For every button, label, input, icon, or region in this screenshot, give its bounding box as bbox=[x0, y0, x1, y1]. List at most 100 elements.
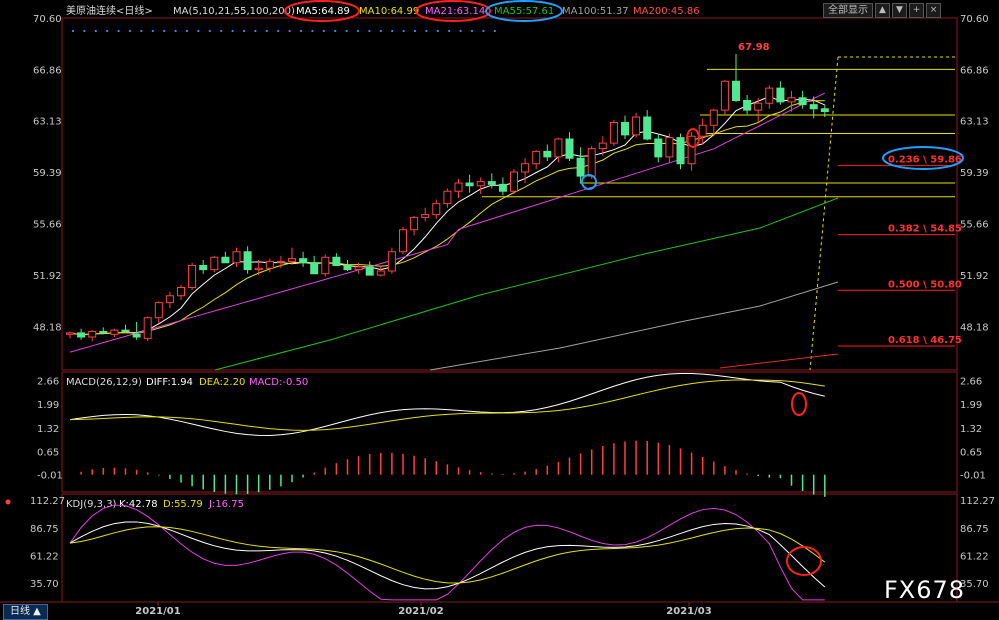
signal-dot bbox=[174, 29, 177, 33]
signal-dot bbox=[220, 29, 223, 33]
macd-tick-right: 1.99 bbox=[960, 400, 982, 411]
ma21-value: MA21:63.14 bbox=[425, 6, 485, 17]
candle-body bbox=[332, 256, 341, 266]
main-panel-border bbox=[61, 17, 958, 371]
ma10-value: MA10:64.99 bbox=[359, 6, 419, 17]
kdj-tick-left: 112.27 bbox=[30, 496, 65, 507]
candle-body bbox=[443, 190, 452, 205]
candle-body bbox=[698, 124, 707, 137]
candle-body bbox=[299, 258, 308, 264]
plus-icon[interactable]: + bbox=[909, 3, 924, 18]
signal-dot bbox=[140, 29, 143, 33]
signal-dot bbox=[459, 29, 462, 33]
macd-dea-value: DEA:2.20 bbox=[199, 377, 245, 388]
down-icon[interactable]: ▼ bbox=[892, 3, 907, 18]
kdj-tick-left: 35.70 bbox=[30, 579, 59, 590]
candle-body bbox=[543, 150, 552, 158]
signal-dot bbox=[231, 29, 234, 33]
ma5-line bbox=[69, 96, 825, 336]
signal-dot bbox=[402, 29, 405, 33]
candle-body bbox=[487, 181, 496, 185]
price-tick-left: 51.92 bbox=[33, 271, 62, 282]
price-tick-left: 59.39 bbox=[33, 168, 62, 179]
signal-dot bbox=[117, 29, 120, 33]
candle-body bbox=[177, 287, 185, 297]
signal-dot bbox=[128, 29, 132, 33]
candle-body bbox=[609, 122, 618, 144]
candle-body bbox=[99, 331, 108, 334]
candle-body bbox=[454, 182, 463, 192]
candle-body bbox=[643, 116, 652, 140]
candle-body bbox=[510, 171, 518, 192]
date-tick: 2021/03 bbox=[666, 606, 711, 617]
candle-body bbox=[465, 182, 474, 187]
candle-body bbox=[321, 256, 330, 275]
candle-body bbox=[410, 216, 419, 231]
signal-dot bbox=[368, 29, 371, 33]
macd-tick-left: -0.01 bbox=[37, 471, 63, 482]
ma55-value: MA55:57.61 bbox=[494, 6, 554, 17]
ma200-line bbox=[719, 353, 839, 369]
candle-body bbox=[199, 265, 208, 271]
kdj-marker-icon bbox=[5, 499, 11, 505]
macd-params: MACD(26,12,9) bbox=[66, 377, 142, 388]
signal-dot bbox=[254, 29, 257, 33]
candle-body bbox=[776, 87, 785, 103]
up-icon[interactable]: ▲ bbox=[875, 3, 890, 18]
close-icon[interactable]: × bbox=[926, 3, 941, 18]
signal-dot bbox=[163, 29, 166, 33]
signal-dot bbox=[391, 29, 394, 33]
candle-body bbox=[132, 333, 141, 338]
candle-body bbox=[787, 97, 796, 103]
kdj-tick-right: 112.27 bbox=[960, 496, 995, 507]
macd-tick-left: 2.66 bbox=[37, 376, 59, 387]
candle-body bbox=[154, 302, 163, 319]
signal-dot bbox=[185, 29, 189, 33]
show-all-button[interactable]: 全部显示 bbox=[823, 3, 873, 18]
candle-body bbox=[343, 265, 352, 271]
annotation-ellipse-macd bbox=[791, 392, 807, 416]
candle-body bbox=[754, 102, 763, 111]
candle-body bbox=[399, 229, 407, 253]
candle-body bbox=[732, 80, 740, 101]
candle-body bbox=[676, 137, 685, 165]
signal-dot bbox=[493, 29, 496, 33]
macd-tick-right: 2.66 bbox=[960, 376, 982, 387]
ma100-line bbox=[429, 281, 839, 371]
candle-body bbox=[276, 260, 285, 263]
signal-dot bbox=[436, 29, 439, 33]
macd-tick-left: 1.32 bbox=[37, 424, 59, 435]
signal-dot bbox=[334, 29, 337, 33]
annotation-circle-candle bbox=[581, 174, 597, 190]
kdj-tick-right: 61.22 bbox=[960, 551, 989, 562]
macd-tick-left: 1.99 bbox=[37, 400, 59, 411]
candle-body bbox=[532, 150, 541, 165]
ma21-line bbox=[69, 92, 826, 353]
candle-body bbox=[798, 97, 807, 106]
kdj-k-line bbox=[69, 521, 826, 590]
candle-body bbox=[521, 163, 530, 173]
fib-label: 0.618 \ 46.75 bbox=[888, 335, 962, 346]
toolbar: 全部显示 ▲ ▼ + × bbox=[823, 3, 941, 18]
price-tick-right: 59.39 bbox=[960, 168, 989, 179]
candle-body bbox=[576, 157, 585, 177]
price-tick-right: 55.66 bbox=[960, 219, 989, 230]
macd-tick-right: 1.32 bbox=[960, 424, 982, 435]
candle-body bbox=[110, 329, 119, 335]
macd-tick-left: 0.65 bbox=[37, 447, 59, 458]
kdj-d-value: D:55.79 bbox=[163, 499, 203, 510]
candle-body bbox=[376, 270, 385, 276]
signal-dot bbox=[71, 29, 75, 33]
candle-body bbox=[598, 142, 607, 150]
annotation-ellipse-kdj bbox=[786, 546, 822, 576]
price-tick-left: 55.66 bbox=[33, 219, 62, 230]
signal-dot bbox=[322, 29, 325, 33]
signal-dot bbox=[379, 29, 382, 33]
price-tick-right: 51.92 bbox=[960, 271, 989, 282]
candle-body bbox=[387, 251, 396, 272]
signal-dot bbox=[413, 29, 417, 33]
signal-dot bbox=[265, 29, 268, 33]
kdj-params: KDJ(9,3,3) bbox=[66, 499, 117, 510]
period-tab[interactable]: 日线 ▲ bbox=[3, 604, 48, 620]
price-tick-right: 70.60 bbox=[960, 14, 989, 25]
